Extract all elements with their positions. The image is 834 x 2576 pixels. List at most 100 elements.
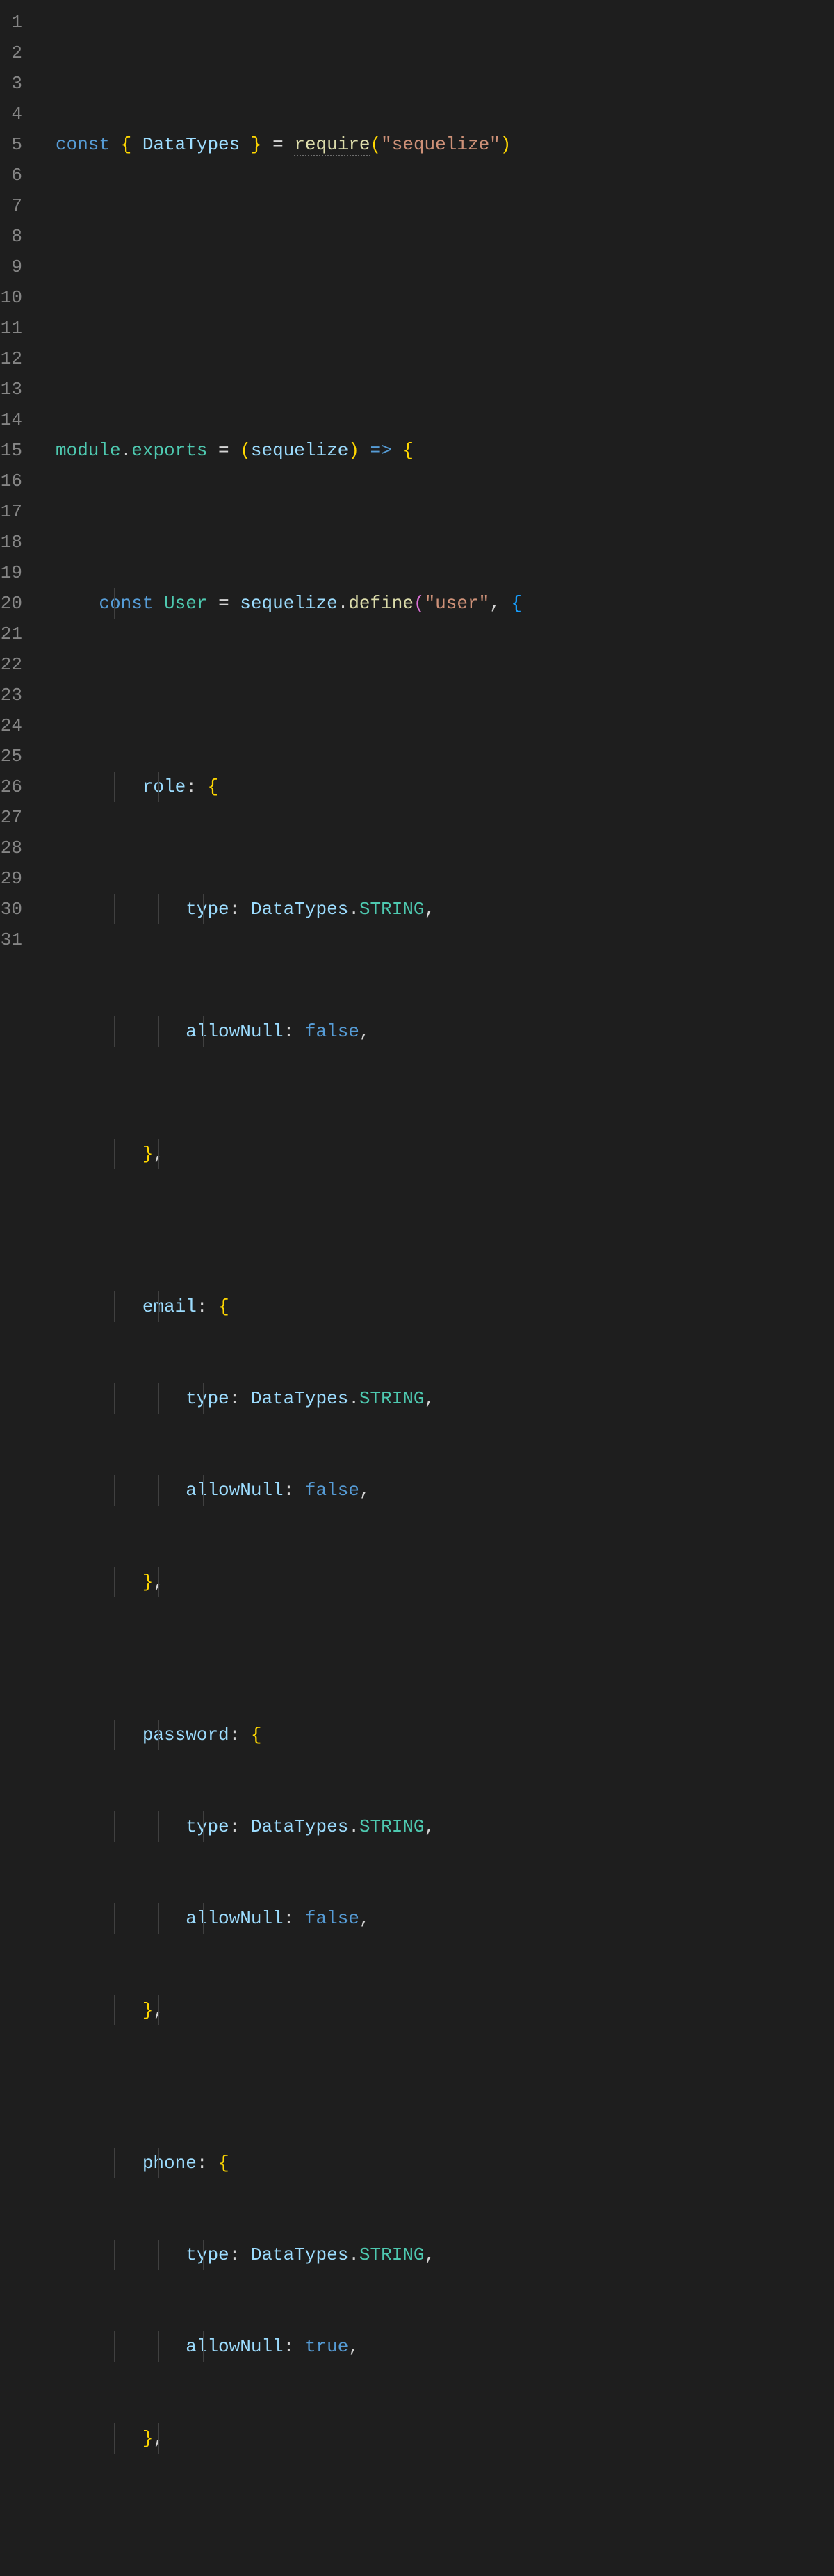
line-number: 5 [0, 129, 22, 160]
identifier-datatypes: DataTypes [251, 1816, 348, 1837]
fn-require: require [294, 134, 370, 156]
line-number: 11 [0, 313, 22, 343]
property-role: role [142, 776, 186, 797]
line-number: 23 [0, 680, 22, 710]
fn-define: define [348, 593, 414, 614]
property-type: type [186, 1388, 229, 1409]
brace-open: { [121, 134, 142, 155]
paren-open: ( [370, 134, 382, 155]
line-number: 4 [0, 99, 22, 129]
constant-string: STRING [359, 899, 425, 920]
code-line[interactable]: type: DataTypes.STRING, [56, 1811, 834, 1842]
paren-close: ) [348, 440, 359, 461]
code-line[interactable]: type: DataTypes.STRING, [56, 2240, 834, 2270]
line-number: 7 [0, 190, 22, 221]
property-type: type [186, 2244, 229, 2265]
arrow-function: => [359, 440, 402, 461]
line-number: 22 [0, 649, 22, 680]
code-line[interactable]: allowNull: true, [56, 2331, 834, 2362]
line-number: 28 [0, 833, 22, 863]
brace-close: } [142, 1572, 154, 1592]
property-phone: phone [142, 2153, 197, 2174]
code-editor[interactable]: 1 2 3 4 5 6 7 8 9 10 11 12 13 14 15 16 1… [0, 0, 834, 2576]
code-line[interactable]: }, [56, 2423, 834, 2454]
code-line[interactable]: }, [56, 1995, 834, 2025]
boolean-literal: false [305, 1021, 359, 1042]
param-sequelize: sequelize [251, 440, 348, 461]
brace-open: { [251, 1725, 262, 1745]
line-number: 19 [0, 557, 22, 588]
line-number: 13 [0, 374, 22, 405]
line-number: 14 [0, 405, 22, 435]
property-type: type [186, 899, 229, 920]
code-line[interactable]: type: DataTypes.STRING, [56, 894, 834, 924]
boolean-literal: false [305, 1908, 359, 1929]
identifier-datatypes: DataTypes [251, 1388, 348, 1409]
code-line[interactable]: allowNull: false, [56, 1903, 834, 1934]
boolean-literal: true [305, 2336, 348, 2357]
line-number: 10 [0, 282, 22, 313]
property-allownull: allowNull [186, 1021, 283, 1042]
line-number: 20 [0, 588, 22, 619]
line-number: 17 [0, 496, 22, 527]
code-line[interactable]: role: { [56, 772, 834, 802]
code-line[interactable]: const User = sequelize.define("user", { [56, 588, 834, 619]
code-line[interactable]: email: { [56, 1291, 834, 1322]
line-number: 12 [0, 343, 22, 374]
line-number: 6 [0, 160, 22, 190]
brace-open: { [218, 2153, 229, 2174]
code-area[interactable]: const { DataTypes } = require("sequelize… [42, 7, 834, 2576]
line-number: 26 [0, 772, 22, 802]
paren-open: ( [414, 593, 425, 614]
property-type: type [186, 1816, 229, 1837]
brace-close: } [142, 2428, 154, 2449]
code-line[interactable]: }, [56, 1139, 834, 1169]
identifier-datatypes: DataTypes [251, 899, 348, 920]
identifier-datatypes: DataTypes [251, 2244, 348, 2265]
string-literal: "user" [425, 593, 490, 614]
line-number: 30 [0, 894, 22, 924]
line-number: 9 [0, 252, 22, 282]
constant-string: STRING [359, 1388, 425, 1409]
line-number: 27 [0, 802, 22, 833]
line-number: 29 [0, 863, 22, 894]
line-number: 8 [0, 221, 22, 252]
brace-close: } [142, 2000, 154, 2021]
code-line[interactable]: }, [56, 1567, 834, 1597]
identifier-exports: exports [131, 440, 207, 461]
code-line[interactable]: allowNull: false, [56, 1475, 834, 1506]
constant-string: STRING [359, 2244, 425, 2265]
identifier-sequelize: sequelize [240, 593, 337, 614]
brace-close: } [142, 1143, 154, 1164]
code-line[interactable]: phone: { [56, 2148, 834, 2178]
keyword-const: const [56, 134, 110, 155]
line-number: 2 [0, 38, 22, 68]
property-allownull: allowNull [186, 1480, 283, 1501]
brace-open: { [511, 593, 522, 614]
line-number: 25 [0, 741, 22, 772]
keyword-const: const [99, 593, 153, 614]
line-number: 18 [0, 527, 22, 557]
constant-string: STRING [359, 1816, 425, 1837]
line-number: 16 [0, 466, 22, 496]
brace-open: { [207, 776, 218, 797]
identifier-module: module [56, 440, 121, 461]
line-number: 1 [0, 7, 22, 38]
brace-open: { [402, 440, 414, 461]
code-line[interactable]: password: { [56, 1720, 834, 1750]
code-line[interactable]: allowNull: false, [56, 1016, 834, 1047]
property-allownull: allowNull [186, 1908, 283, 1929]
line-number: 15 [0, 435, 22, 466]
paren-open: ( [240, 440, 251, 461]
identifier-datatypes: DataTypes [142, 134, 240, 155]
property-allownull: allowNull [186, 2336, 283, 2357]
string-literal: "sequelize" [381, 134, 500, 155]
code-line[interactable] [56, 282, 834, 313]
brace-close: } [240, 134, 261, 155]
code-line[interactable]: const { DataTypes } = require("sequelize… [56, 129, 834, 160]
code-line[interactable]: module.exports = (sequelize) => { [56, 435, 834, 466]
property-password: password [142, 1725, 229, 1745]
code-line[interactable]: type: DataTypes.STRING, [56, 1383, 834, 1414]
line-number: 3 [0, 68, 22, 99]
line-number: 24 [0, 710, 22, 741]
